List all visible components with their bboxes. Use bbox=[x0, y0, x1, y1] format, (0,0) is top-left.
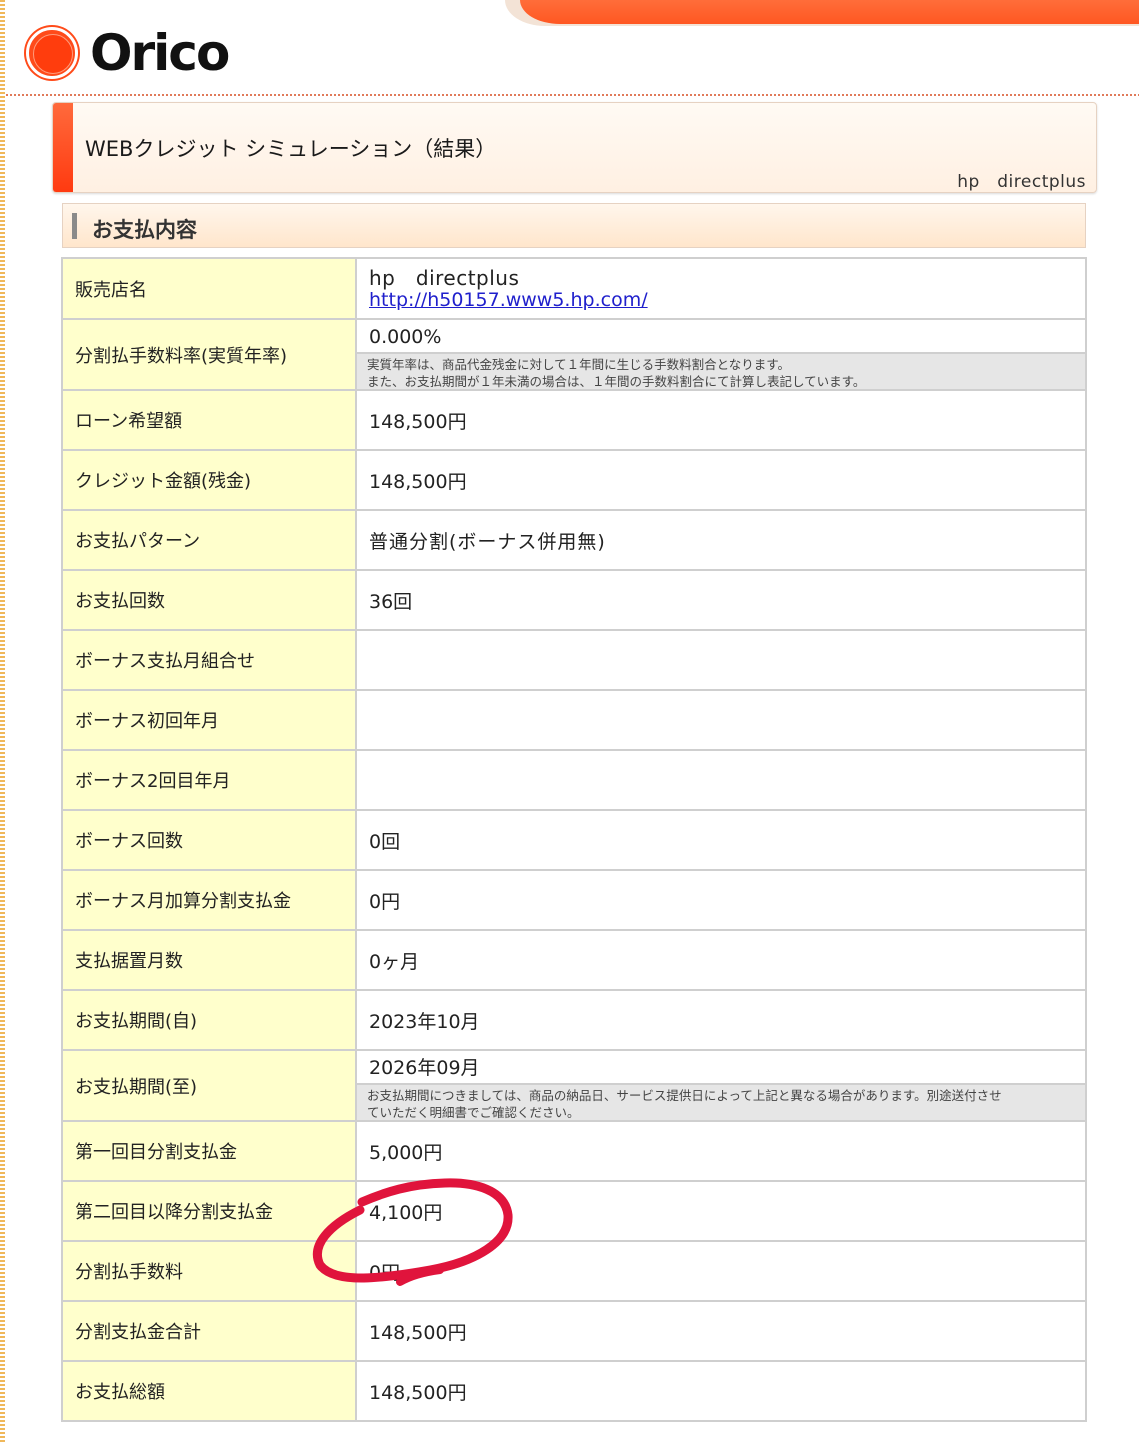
shop-url-link[interactable]: http://h50157.www5.hp.com/ bbox=[369, 289, 648, 311]
row-label: ローン希望額 bbox=[61, 389, 357, 451]
row-value: 148,500円 bbox=[355, 449, 1087, 511]
row-value: 2023年10月 bbox=[355, 989, 1087, 1051]
row-value: 0円 bbox=[355, 1240, 1087, 1302]
table-row-loan: ローン希望額 148,500円 bbox=[61, 389, 1087, 451]
row-value: 普通分割(ボーナス併用無) bbox=[355, 509, 1087, 571]
page-title-box: WEBクレジット シミュレーション（結果） hp directplus bbox=[52, 102, 1097, 193]
table-row-rate: 分割払手数料率(実質年率) 0.000% 実質年率は、商品代金残金に対して１年間… bbox=[61, 318, 1087, 391]
row-label: お支払期間(自) bbox=[61, 989, 357, 1051]
shop-subtitle: hp directplus bbox=[957, 172, 1086, 192]
rate-note-line2: また、お支払期間が１年未満の場合は、１年間の手数料割合にて計算し表記しています。 bbox=[367, 373, 866, 389]
section-heading: お支払内容 bbox=[92, 218, 197, 242]
page-title: WEBクレジット シミュレーション（結果） bbox=[85, 137, 497, 161]
row-value bbox=[355, 749, 1087, 811]
row-value: 148,500円 bbox=[355, 1300, 1087, 1362]
period-note-line1: お支払期間につきましては、商品の納品日、サービス提供日によって上記と異なる場合が… bbox=[367, 1087, 1002, 1103]
row-value: 36回 bbox=[355, 569, 1087, 631]
table-row-grand-total: お支払総額 148,500円 bbox=[61, 1360, 1087, 1422]
logo-text: Orico bbox=[90, 24, 230, 82]
table-row-fee: 分割払手数料 0円 bbox=[61, 1240, 1087, 1302]
row-value: 0.000% 実質年率は、商品代金残金に対して１年間に生じる手数料割合となります… bbox=[355, 318, 1087, 391]
row-label: お支払期間(至) bbox=[61, 1049, 357, 1122]
row-label: 販売店名 bbox=[61, 257, 357, 320]
rate-value: 0.000% bbox=[357, 320, 1085, 354]
period-note-line2: ていただく明細書でご確認ください。 bbox=[367, 1104, 580, 1120]
row-label: ボーナス支払月組合せ bbox=[61, 629, 357, 691]
table-row-count: お支払回数 36回 bbox=[61, 569, 1087, 631]
table-row-bonus-first: ボーナス初回年月 bbox=[61, 689, 1087, 751]
row-value: 0回 bbox=[355, 809, 1087, 871]
payment-details-table: 販売店名 hp directplus http://h50157.www5.hp… bbox=[61, 257, 1087, 1422]
row-value: 4,100円 bbox=[355, 1180, 1087, 1242]
top-orange-band bbox=[520, 0, 1139, 24]
row-value bbox=[355, 629, 1087, 691]
row-value bbox=[355, 689, 1087, 751]
table-row-bonus-combo: ボーナス支払月組合せ bbox=[61, 629, 1087, 691]
row-label: 分割支払金合計 bbox=[61, 1300, 357, 1362]
table-row-credit: クレジット金額(残金) 148,500円 bbox=[61, 449, 1087, 511]
row-label: お支払パターン bbox=[61, 509, 357, 571]
left-dotted-border bbox=[0, 0, 5, 1442]
table-row-later-payment: 第二回目以降分割支払金 4,100円 bbox=[61, 1180, 1087, 1242]
table-row-period-from: お支払期間(自) 2023年10月 bbox=[61, 989, 1087, 1051]
row-label: 第二回目以降分割支払金 bbox=[61, 1180, 357, 1242]
row-value: 2026年09月 お支払期間につきましては、商品の納品日、サービス提供日によって… bbox=[355, 1049, 1087, 1122]
table-row-first-payment: 第一回目分割支払金 5,000円 bbox=[61, 1120, 1087, 1182]
row-label: ボーナス月加算分割支払金 bbox=[61, 869, 357, 931]
period-to-value: 2026年09月 bbox=[357, 1051, 1085, 1085]
orico-logo[interactable]: Orico bbox=[26, 24, 230, 82]
row-label: 分割払手数料率(実質年率) bbox=[61, 318, 357, 391]
row-value: hp directplus http://h50157.www5.hp.com/ bbox=[355, 257, 1087, 320]
row-value: 0円 bbox=[355, 869, 1087, 931]
row-label: クレジット金額(残金) bbox=[61, 449, 357, 511]
row-label: 第一回目分割支払金 bbox=[61, 1120, 357, 1182]
table-row-bonus-add: ボーナス月加算分割支払金 0円 bbox=[61, 869, 1087, 931]
table-row-bonus-second: ボーナス2回目年月 bbox=[61, 749, 1087, 811]
row-label: お支払回数 bbox=[61, 569, 357, 631]
period-note: お支払期間につきましては、商品の納品日、サービス提供日によって上記と異なる場合が… bbox=[357, 1084, 1085, 1120]
shop-name: hp directplus bbox=[369, 265, 520, 290]
section-heading-bar: お支払内容 bbox=[62, 203, 1086, 248]
table-row-bonus-count: ボーナス回数 0回 bbox=[61, 809, 1087, 871]
table-row-shop: 販売店名 hp directplus http://h50157.www5.hp… bbox=[61, 257, 1087, 320]
rate-note-line1: 実質年率は、商品代金残金に対して１年間に生じる手数料割合となります。 bbox=[367, 356, 791, 372]
row-label: ボーナス2回目年月 bbox=[61, 749, 357, 811]
title-accent-bar bbox=[53, 103, 73, 192]
row-value: 148,500円 bbox=[355, 389, 1087, 451]
table-row-installment-total: 分割支払金合計 148,500円 bbox=[61, 1300, 1087, 1362]
header-divider bbox=[6, 94, 1139, 96]
row-label: 分割払手数料 bbox=[61, 1240, 357, 1302]
table-row-pattern: お支払パターン 普通分割(ボーナス併用無) bbox=[61, 509, 1087, 571]
row-label: ボーナス初回年月 bbox=[61, 689, 357, 751]
rate-note: 実質年率は、商品代金残金に対して１年間に生じる手数料割合となります。 また、お支… bbox=[357, 353, 1085, 389]
orico-circle-icon bbox=[26, 27, 78, 79]
row-value: 5,000円 bbox=[355, 1120, 1087, 1182]
row-value: 148,500円 bbox=[355, 1360, 1087, 1422]
row-label: ボーナス回数 bbox=[61, 809, 357, 871]
row-label: お支払総額 bbox=[61, 1360, 357, 1422]
table-row-deferral: 支払据置月数 0ヶ月 bbox=[61, 929, 1087, 991]
row-label: 支払据置月数 bbox=[61, 929, 357, 991]
table-row-period-to: お支払期間(至) 2026年09月 お支払期間につきましては、商品の納品日、サー… bbox=[61, 1049, 1087, 1122]
row-value: 0ヶ月 bbox=[355, 929, 1087, 991]
section-marker bbox=[72, 213, 77, 239]
